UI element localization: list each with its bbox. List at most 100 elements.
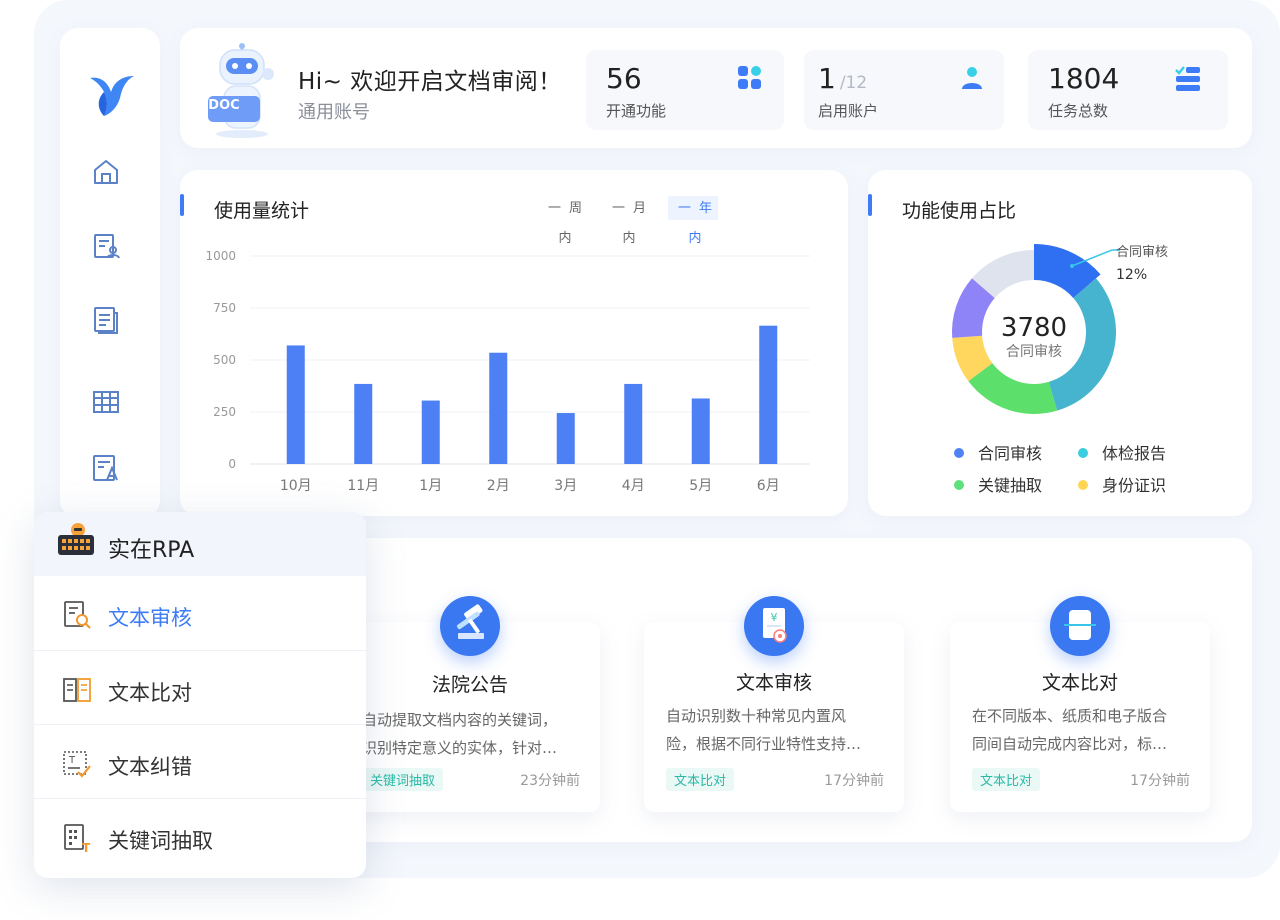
sidebar xyxy=(60,28,160,518)
task-list-icon xyxy=(1175,66,1200,91)
x-tick-label: 10月 xyxy=(280,478,312,494)
donut-center-label: 合同审核 xyxy=(1006,344,1062,360)
table-icon[interactable] xyxy=(90,386,122,418)
x-tick-label: 2月 xyxy=(487,478,510,494)
rpa-popup-menu: 实在RPA 文本审核 文本比对 T 文本纠错 T 关键词抽取 xyxy=(34,512,366,878)
user-account-icon xyxy=(962,67,982,89)
stat-label: 启用账户 xyxy=(818,102,879,120)
section-accent-bar xyxy=(180,194,184,216)
tab-month[interactable]: 一月内 xyxy=(602,194,656,246)
pie-title: 功能使用占比 xyxy=(902,200,1017,222)
y-tick-label: 0 xyxy=(228,457,236,471)
text-correction-icon: T xyxy=(63,751,91,778)
tab-year[interactable]: 一年内 xyxy=(668,194,722,246)
callout-dot xyxy=(1070,264,1074,268)
y-tick-label: 250 xyxy=(213,405,236,419)
home-icon[interactable] xyxy=(90,156,122,188)
menu-item-text-correction[interactable]: T 文本纠错 xyxy=(34,724,366,798)
feature-time: 17分钟前 xyxy=(824,773,884,789)
callout-value: 12% xyxy=(1116,267,1147,283)
x-tick-label: 3月 xyxy=(554,478,577,494)
welcome-header: DOC Hi~ 欢迎开启文档审阅！ 通用账号 56 开通功能 1/12 启用账户… xyxy=(180,28,1252,148)
feature-time: 17分钟前 xyxy=(1130,773,1190,789)
document-search-icon xyxy=(64,601,91,629)
bar[interactable] xyxy=(624,383,643,464)
feature-tag: 关键词抽取 xyxy=(362,768,444,791)
x-tick-label: 5月 xyxy=(689,478,712,494)
keyword-extract-icon: T xyxy=(64,824,91,853)
menu-item-keyword-extract[interactable]: T 关键词抽取 xyxy=(34,798,366,872)
bird-logo-icon xyxy=(90,76,134,116)
menu-item-label: 文本纠错 xyxy=(108,755,192,779)
section-accent-bar xyxy=(868,194,872,216)
document-compare-icon xyxy=(1050,596,1110,656)
donut-center-value: 3780 xyxy=(1001,313,1067,343)
usage-title: 使用量统计 xyxy=(214,200,310,222)
feature-share-card: 3780 合同审核 合同审核 12% 功能使用占比 合同审核 体检报告 关键抽取 身份… xyxy=(868,170,1252,516)
feature-time: 23分钟前 xyxy=(520,773,580,789)
feature-title: 法院公告 xyxy=(431,674,508,696)
feature-card-text-review[interactable]: ¥ 文本审核 自动识别数十种常见内置风 险，根据不同行业特性支持… 文本比对 17… xyxy=(644,596,904,812)
text-recognition-icon[interactable] xyxy=(90,452,122,484)
document-user-icon[interactable] xyxy=(90,230,122,262)
bar[interactable] xyxy=(354,383,373,464)
svg-text:T: T xyxy=(82,841,91,853)
invoice-stamp-icon: ¥ xyxy=(744,596,804,656)
feature-title: 文本审核 xyxy=(735,672,812,694)
stat-label: 开通功能 xyxy=(606,102,667,120)
stat-card-tasks: 1804 任务总数 xyxy=(1028,50,1228,130)
legend-item: 体检报告 xyxy=(1078,440,1166,464)
y-tick-label: 750 xyxy=(213,301,236,315)
tab-week[interactable]: 一周内 xyxy=(538,194,592,246)
book-compare-icon xyxy=(63,678,91,702)
legend-dot xyxy=(954,479,964,490)
feature-tag: 文本比对 xyxy=(972,768,1041,791)
stat-label: 任务总数 xyxy=(1048,102,1109,120)
menu-item-label: 文本比对 xyxy=(108,681,192,705)
stat-value: 56 xyxy=(606,62,642,95)
feature-card-court[interactable]: 法院公告 自动提取文档内容的关键词， 识别特定意义的实体，针对… 关键词抽取 23… xyxy=(340,596,600,812)
x-tick-label: 6月 xyxy=(757,478,780,494)
legend-dot xyxy=(954,447,964,458)
bar[interactable] xyxy=(691,398,710,464)
stat-value: 1804 xyxy=(1048,62,1120,95)
feature-description: 自动提取文档内容的关键词， 识别特定意义的实体，针对… xyxy=(362,711,558,757)
menu-item-text-review[interactable]: 文本审核 xyxy=(34,576,366,650)
robot-badge-text: DOC xyxy=(208,98,240,113)
bar[interactable] xyxy=(421,400,440,464)
callout-label: 合同审核 xyxy=(1116,245,1168,260)
document-list-icon[interactable] xyxy=(90,304,122,336)
menu-header: 实在RPA xyxy=(34,512,366,576)
feature-description: 在不同版本、纸质和电子版合 同间自动完成内容比对，标… xyxy=(972,707,1168,753)
stat-card-features: 56 开通功能 xyxy=(586,50,784,130)
menu-item-text-compare[interactable]: 文本比对 xyxy=(34,650,366,724)
stat-card-accounts: 1/12 启用账户 xyxy=(804,50,1004,130)
stat-value: 1/12 xyxy=(818,62,868,95)
y-tick-label: 500 xyxy=(213,353,236,367)
welcome-title: Hi~ 欢迎开启文档审阅！ xyxy=(298,69,562,95)
bar[interactable] xyxy=(556,413,575,464)
feature-tag: 文本比对 xyxy=(666,768,735,791)
legend-dot xyxy=(1078,447,1088,458)
legend-dot xyxy=(1078,479,1088,490)
svg-text:T: T xyxy=(68,755,76,766)
y-tick-label: 1000 xyxy=(205,249,236,263)
menu-item-label: 文本审核 xyxy=(108,606,192,630)
svg-text:¥: ¥ xyxy=(771,611,778,624)
feature-description: 自动识别数十种常见内置风 险，根据不同行业特性支持… xyxy=(666,707,862,753)
grid-apps-icon xyxy=(738,66,761,89)
x-tick-label: 4月 xyxy=(622,478,645,494)
robot-mascot-icon xyxy=(208,43,274,138)
bar[interactable] xyxy=(489,352,508,464)
gavel-icon xyxy=(440,596,500,656)
account-type: 通用账号 xyxy=(298,102,370,123)
legend-item: 关键抽取 xyxy=(954,472,1042,496)
legend-item: 身份证识 xyxy=(1078,472,1166,496)
feature-title: 文本比对 xyxy=(1041,672,1118,694)
bar[interactable] xyxy=(759,325,778,464)
feature-card-text-compare[interactable]: 文本比对 在不同版本、纸质和电子版合 同间自动完成内容比对，标… 文本比对 17分… xyxy=(950,596,1210,812)
bar[interactable] xyxy=(286,345,305,464)
x-tick-label: 11月 xyxy=(347,478,379,494)
legend-item: 合同审核 xyxy=(954,440,1042,464)
rpa-robot-icon xyxy=(58,523,94,555)
